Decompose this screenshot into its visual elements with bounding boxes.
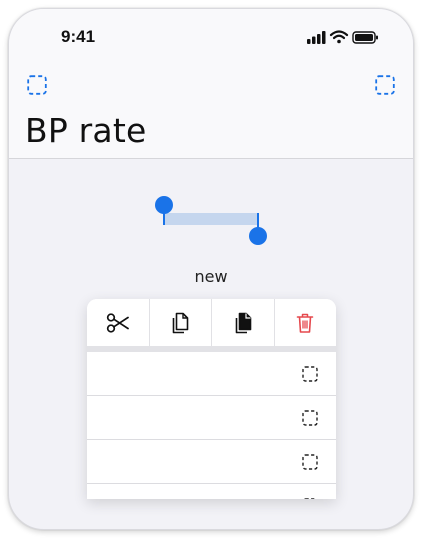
signal-icon [307, 31, 326, 44]
cut-button[interactable] [87, 299, 150, 346]
wifi-icon [329, 30, 349, 44]
action-bar [87, 299, 336, 352]
delete-icon [296, 313, 314, 333]
resize-handle-start[interactable] [155, 196, 173, 214]
cut-icon [106, 312, 129, 333]
shape-selection-box [163, 213, 259, 225]
menu-row[interactable] [87, 352, 336, 396]
placeholder-icon [302, 366, 318, 382]
context-menu [87, 299, 336, 499]
placeholder-icon [302, 410, 318, 426]
status-time: 9:41 [61, 27, 96, 46]
menu-row[interactable] [87, 484, 336, 499]
placeholder-icon [302, 454, 318, 470]
header-area: 9:41 BP rate [9, 9, 413, 159]
status-icons [307, 29, 379, 45]
selected-shape[interactable] [149, 195, 279, 259]
nav-left-placeholder-icon[interactable] [27, 75, 47, 100]
placeholder-icon [303, 498, 317, 499]
resize-handle-end[interactable] [249, 227, 267, 245]
copy-button[interactable] [149, 299, 212, 346]
menu-row[interactable] [87, 396, 336, 440]
battery-icon [352, 31, 378, 44]
page-title: BP rate [25, 111, 147, 150]
shape-label: new [194, 267, 228, 286]
menu-row[interactable] [87, 440, 336, 484]
duplicate-button[interactable] [212, 299, 275, 346]
phone-screen: 9:41 BP rate new [8, 8, 414, 530]
nav-right-placeholder-icon[interactable] [375, 75, 395, 100]
copy-icon [172, 312, 189, 333]
delete-button[interactable] [274, 299, 336, 346]
duplicate-icon [235, 312, 252, 333]
